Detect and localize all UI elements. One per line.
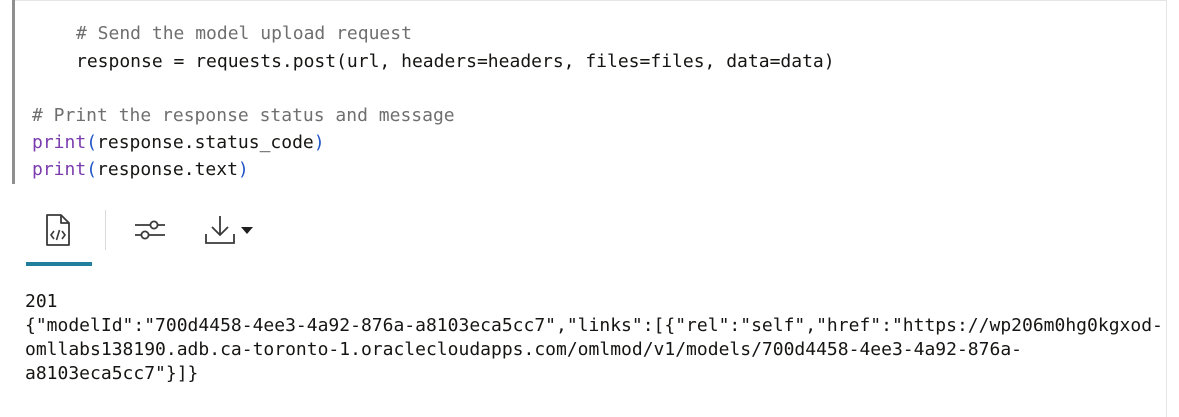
output-text-line: a8103eca5cc7"}]} [25,363,199,384]
code-view-button[interactable] [24,204,92,256]
output-text-line: omllabs138190.adb.ca-toronto-1.oracleclo… [25,339,1022,360]
print-keyword: print [32,132,87,153]
output-toolbar [0,198,1160,268]
code-cell[interactable]: # Send the model upload request response… [12,0,1165,184]
cell-output: 201 {"modelId":"700d4458-4ee3-4a92-876a-… [25,290,1165,386]
print-keyword: print [32,159,87,180]
toolbar-divider [105,210,106,250]
settings-button[interactable] [126,208,174,252]
print-argument: response.text [97,159,238,180]
download-button[interactable] [194,208,266,252]
open-paren: ( [86,159,98,180]
print-argument: response.status_code [97,132,314,153]
code-comment-line: # Print the response status and message [32,105,455,126]
active-tab-indicator [26,262,92,266]
close-paren: ) [313,132,325,153]
output-text-line: {"modelId":"700d4458-4ee3-4a92-876a-a810… [25,315,1163,336]
code-line: print(response.text) [32,160,249,180]
code-file-icon [46,214,70,246]
code-line: response = requests.post(url, headers=he… [76,51,835,72]
open-paren: ( [86,132,98,153]
sliders-icon [135,220,165,240]
caret-down-icon [241,227,253,234]
download-icon [205,216,235,244]
cell-right-border [1166,0,1167,417]
code-comment-line: # Send the model upload request [76,23,412,44]
code-line: print(response.status_code) [32,133,325,153]
close-paren: ) [237,159,249,180]
output-status-code: 201 [25,291,58,312]
